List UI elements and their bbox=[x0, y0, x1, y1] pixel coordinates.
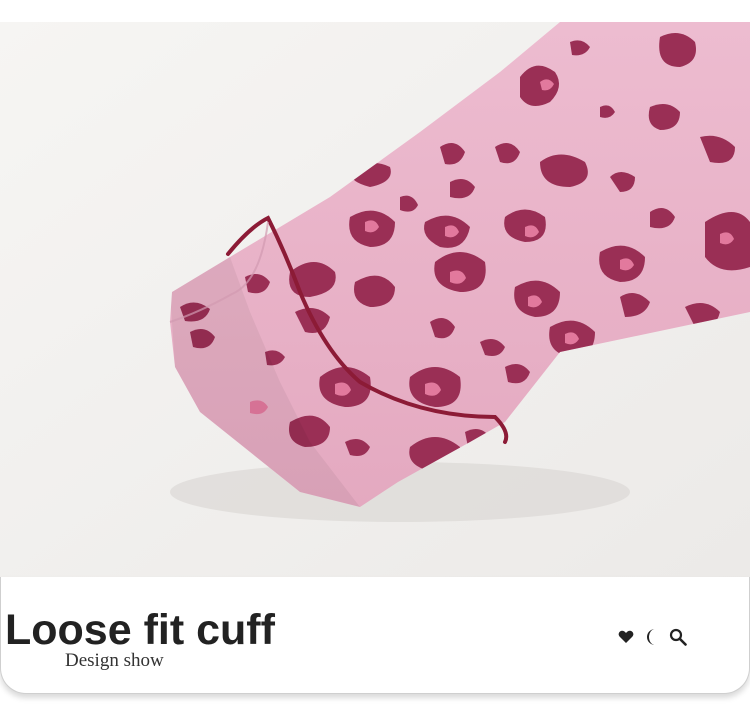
product-photo bbox=[0, 22, 750, 577]
icon-row bbox=[617, 628, 687, 646]
search-icon bbox=[669, 628, 687, 646]
caption-subtitle: Design show bbox=[65, 650, 164, 671]
moon-icon bbox=[643, 628, 661, 646]
caption-title: Loose fit cuff bbox=[5, 606, 275, 654]
caption-card: Loose fit cuff Design show bbox=[0, 577, 750, 694]
sleeve-cuff-illustration bbox=[0, 22, 750, 577]
heart-icon bbox=[617, 628, 635, 646]
